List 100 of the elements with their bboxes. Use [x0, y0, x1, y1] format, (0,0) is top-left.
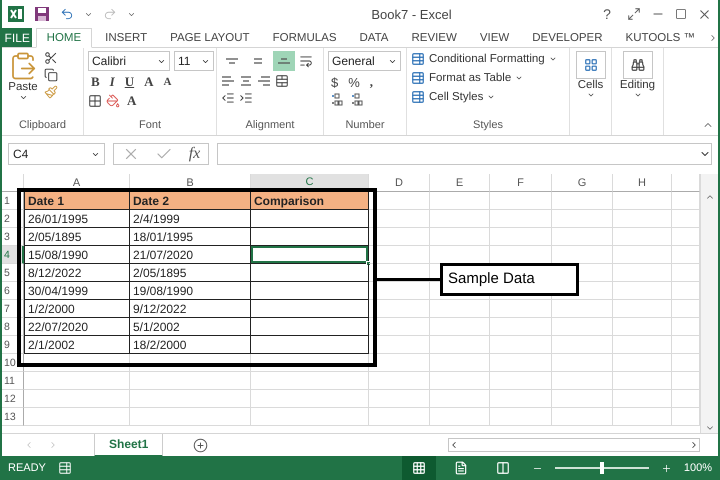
- table-cell: 2/4/1999: [130, 210, 251, 228]
- underline-button[interactable]: U: [122, 74, 138, 90]
- editing-button[interactable]: Editing: [616, 51, 659, 99]
- page-layout-view-icon: [454, 461, 468, 475]
- align-left-icon[interactable]: [221, 74, 235, 88]
- zoom-in-icon[interactable]: [660, 462, 672, 474]
- row-header[interactable]: 10: [2, 354, 24, 372]
- maximize-icon[interactable]: [675, 8, 687, 20]
- fill-color-icon[interactable]: [106, 94, 120, 108]
- shrink-font-button[interactable]: A: [160, 76, 174, 88]
- table-cell: 1/2/2000: [24, 300, 130, 318]
- copy-icon[interactable]: [44, 68, 58, 82]
- formula-input[interactable]: [217, 143, 712, 165]
- align-center-icon[interactable]: [239, 74, 253, 88]
- view-button[interactable]: [402, 456, 436, 480]
- column-header[interactable]: D: [369, 174, 430, 192]
- caret-icon: [487, 93, 496, 101]
- merge-cells-icon[interactable]: [275, 74, 289, 88]
- row-header[interactable]: 12: [2, 390, 24, 408]
- styles-menu-button[interactable]: Conditional Formatting: [411, 51, 557, 67]
- wrap-text-icon[interactable]: [299, 54, 313, 68]
- cut-icon[interactable]: [44, 51, 58, 65]
- row-header[interactable]: 11: [2, 372, 24, 390]
- bold-button[interactable]: B: [88, 74, 103, 90]
- grid-icon: [584, 58, 598, 72]
- table-cell: [490, 300, 552, 318]
- align-right-icon[interactable]: [257, 74, 271, 88]
- row-header[interactable]: 13: [2, 408, 24, 426]
- column-header[interactable]: G: [552, 174, 613, 192]
- horizontal-scrollbar[interactable]: [448, 438, 700, 452]
- table-cell: [490, 192, 552, 210]
- font-name-dropdown[interactable]: Calibri: [88, 51, 170, 71]
- font-size-dropdown[interactable]: 11: [174, 51, 214, 71]
- table-cell: [552, 408, 613, 426]
- help-button[interactable]: ?: [597, 5, 617, 23]
- comma-button[interactable]: ,: [366, 74, 376, 90]
- borders-icon[interactable]: [88, 94, 102, 108]
- table-cell: [369, 318, 430, 336]
- table-cell: [490, 354, 552, 372]
- vertical-align-button[interactable]: [273, 51, 295, 71]
- row-header[interactable]: 2: [2, 210, 24, 228]
- row-header[interactable]: 7: [2, 300, 24, 318]
- table-cell: [613, 354, 672, 372]
- table-cell: [430, 336, 490, 354]
- table-cell: [430, 192, 490, 210]
- app-logo-icon: [8, 6, 24, 22]
- undo-icon[interactable]: [60, 7, 74, 21]
- zoom-level[interactable]: 100%: [684, 462, 712, 474]
- number-format-dropdown[interactable]: General: [328, 51, 401, 71]
- callout-label: Sample Data: [440, 263, 579, 296]
- table-cell: [369, 246, 430, 264]
- macro-icon[interactable]: [58, 461, 72, 475]
- group-label: Styles: [472, 119, 504, 133]
- ribbon-tab[interactable]: HOME: [36, 28, 92, 48]
- row-header[interactable]: 8: [2, 318, 24, 336]
- normal-view-icon: [412, 461, 426, 475]
- caret-icon: [548, 55, 557, 63]
- align-bottom-icon: [278, 58, 290, 64]
- column-header[interactable]: F: [490, 174, 552, 192]
- table-cell: Date 1: [24, 192, 130, 210]
- row-header[interactable]: 6: [2, 282, 24, 300]
- table-cell: [430, 228, 490, 246]
- row-header[interactable]: 9: [2, 336, 24, 354]
- table-cell: [430, 408, 490, 426]
- binoculars-icon: [630, 58, 644, 72]
- zoom-slider-thumb[interactable]: [600, 462, 604, 474]
- fill-handle[interactable]: [366, 261, 371, 266]
- sheet-tab[interactable]: Sheet1: [94, 434, 164, 456]
- table-cell: 18/01/1995: [130, 228, 251, 246]
- table-cell: [369, 192, 430, 210]
- grow-font-button[interactable]: A: [141, 74, 157, 90]
- decrease-indent-icon[interactable]: [221, 91, 235, 105]
- column-header[interactable]: H: [613, 174, 672, 192]
- table-cell: 26/01/1995: [24, 210, 130, 228]
- table-cell: 8/12/2022: [24, 264, 130, 282]
- group-label: Number: [344, 119, 386, 133]
- insert-function-button[interactable]: fx: [188, 145, 200, 163]
- paste-button[interactable]: Paste: [6, 51, 40, 119]
- page-break-view-icon: [496, 461, 510, 475]
- row-header[interactable]: 5: [2, 264, 24, 282]
- increase-indent-icon[interactable]: [239, 91, 253, 105]
- ribbon-display-icon[interactable]: [627, 7, 641, 21]
- table-cell: [490, 336, 552, 354]
- styles-menu-button[interactable]: Format as Table: [411, 70, 524, 86]
- name-box[interactable]: C4: [8, 143, 105, 165]
- table-cell: [552, 318, 613, 336]
- file-tab[interactable]: FILE: [2, 28, 32, 47]
- table-cell: [490, 408, 552, 426]
- italic-button[interactable]: I: [106, 74, 118, 90]
- currency-button[interactable]: $: [328, 74, 342, 90]
- table-cell: 19/08/1990: [130, 282, 251, 300]
- table-cell: [369, 408, 430, 426]
- table-cell: Date 2: [130, 192, 251, 210]
- font-color-button[interactable]: A: [124, 93, 140, 109]
- save-icon[interactable]: [34, 6, 50, 22]
- column-header[interactable]: E: [430, 174, 490, 192]
- table-cell: [613, 336, 672, 354]
- add-sheet-icon[interactable]: [193, 438, 208, 452]
- percent-button[interactable]: %: [345, 74, 363, 90]
- styles-menu-button[interactable]: Cell Styles: [411, 89, 496, 105]
